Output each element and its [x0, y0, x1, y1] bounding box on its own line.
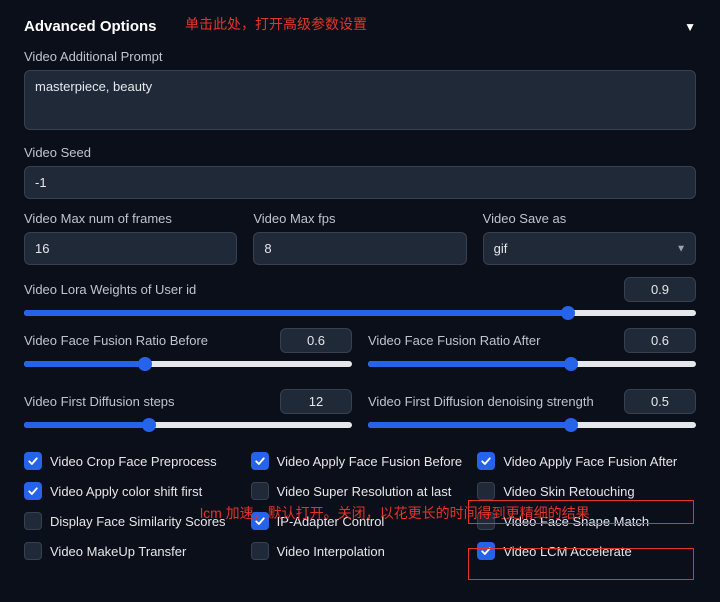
fusion-before-field: Video Face Fusion Ratio Before 0.6 — [24, 328, 352, 377]
check-apply-after-label: Video Apply Face Fusion After — [503, 454, 677, 469]
save-as-select[interactable] — [483, 232, 696, 265]
fusion-after-field: Video Face Fusion Ratio After 0.6 — [368, 328, 696, 377]
check-lcm[interactable]: Video LCM Accelerate — [477, 542, 696, 560]
fusion-after-label: Video Face Fusion Ratio After — [368, 333, 540, 348]
save-as-label: Video Save as — [483, 211, 696, 226]
diff-steps-label: Video First Diffusion steps — [24, 394, 175, 409]
fusion-before-label: Video Face Fusion Ratio Before — [24, 333, 208, 348]
fusion-before-value[interactable]: 0.6 — [280, 328, 352, 353]
max-fps-input[interactable] — [253, 232, 466, 265]
seed-input[interactable] — [24, 166, 696, 199]
check-apply-before[interactable]: Video Apply Face Fusion Before — [251, 452, 470, 470]
max-frames-field: Video Max num of frames — [24, 211, 237, 265]
diff-steps-slider[interactable] — [24, 422, 352, 428]
check-color-shift-label: Video Apply color shift first — [50, 484, 202, 499]
seed-label: Video Seed — [24, 145, 696, 160]
max-fps-label: Video Max fps — [253, 211, 466, 226]
prompt-label: Video Additional Prompt — [24, 49, 696, 64]
lora-label: Video Lora Weights of User id — [24, 282, 196, 297]
diff-denoise-value[interactable]: 0.5 — [624, 389, 696, 414]
check-skin-label: Video Skin Retouching — [503, 484, 634, 499]
annotation-lcm: lcm 加速，默认打开。关闭，以花更长的时间得到更精细的结果 — [200, 503, 590, 523]
check-interp[interactable]: Video Interpolation — [251, 542, 470, 560]
max-fps-field: Video Max fps — [253, 211, 466, 265]
check-color-shift[interactable]: Video Apply color shift first — [24, 482, 243, 500]
prompt-field: Video Additional Prompt masterpiece, bea… — [24, 49, 696, 133]
fusion-after-slider[interactable] — [368, 361, 696, 367]
check-makeup-label: Video MakeUp Transfer — [50, 544, 186, 559]
lora-value[interactable]: 0.9 — [624, 277, 696, 302]
diff-denoise-slider[interactable] — [368, 422, 696, 428]
diff-steps-field: Video First Diffusion steps 12 — [24, 389, 352, 438]
prompt-input[interactable]: masterpiece, beauty — [24, 70, 696, 130]
diff-denoise-field: Video First Diffusion denoising strength… — [368, 389, 696, 438]
panel-title: Advanced Options — [24, 18, 157, 35]
diff-steps-value[interactable]: 12 — [280, 389, 352, 414]
max-frames-label: Video Max num of frames — [24, 211, 237, 226]
check-super-res-label: Video Super Resolution at last — [277, 484, 452, 499]
fusion-after-value[interactable]: 0.6 — [624, 328, 696, 353]
check-skin[interactable]: Video Skin Retouching — [477, 482, 696, 500]
check-apply-after[interactable]: Video Apply Face Fusion After — [477, 452, 696, 470]
check-lcm-label: Video LCM Accelerate — [503, 544, 631, 559]
save-as-field: Video Save as ▼ — [483, 211, 696, 265]
lora-slider-field: Video Lora Weights of User id 0.9 — [24, 277, 696, 316]
diff-denoise-label: Video First Diffusion denoising strength — [368, 394, 594, 409]
check-super-res[interactable]: Video Super Resolution at last — [251, 482, 470, 500]
collapse-caret-icon: ▼ — [684, 20, 696, 34]
check-crop-face[interactable]: Video Crop Face Preprocess — [24, 452, 243, 470]
advanced-options-panel: Advanced Options ▼ 单击此处，打开高级参数设置 Video A… — [0, 0, 720, 578]
annotation-header: 单击此处，打开高级参数设置 — [185, 14, 367, 34]
check-apply-before-label: Video Apply Face Fusion Before — [277, 454, 463, 469]
check-makeup[interactable]: Video MakeUp Transfer — [24, 542, 243, 560]
lora-slider[interactable] — [24, 310, 696, 316]
fusion-before-slider[interactable] — [24, 361, 352, 367]
max-frames-input[interactable] — [24, 232, 237, 265]
seed-field: Video Seed — [24, 145, 696, 199]
check-interp-label: Video Interpolation — [277, 544, 385, 559]
check-crop-face-label: Video Crop Face Preprocess — [50, 454, 217, 469]
